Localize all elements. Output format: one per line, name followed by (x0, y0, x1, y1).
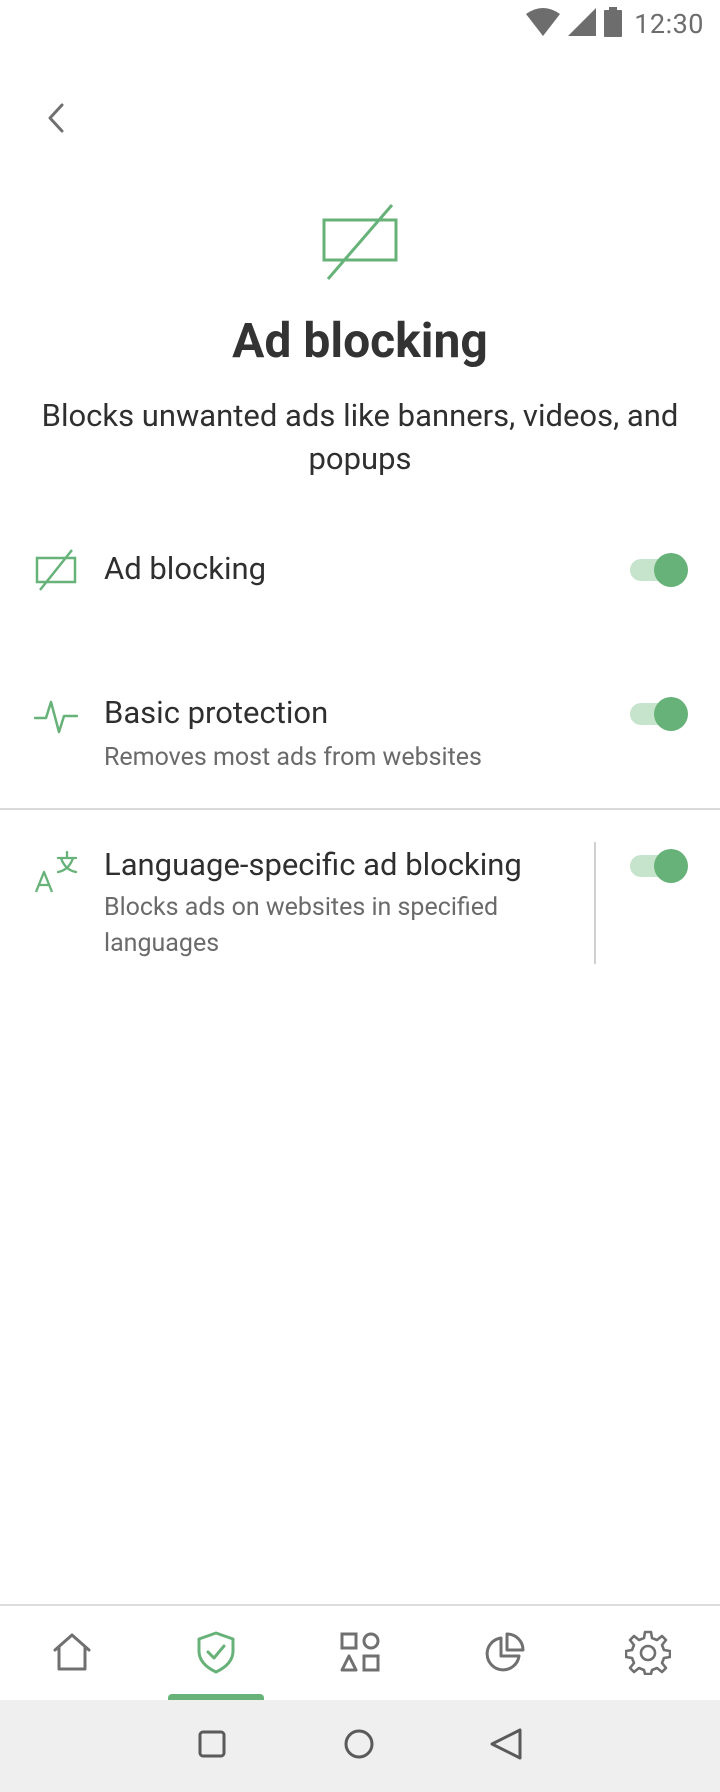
page-title: Ad blocking (232, 312, 488, 369)
back-button[interactable] (32, 96, 80, 144)
setting-title: Ad blocking (104, 550, 267, 587)
basic-protection-toggle[interactable] (630, 697, 688, 731)
toggle-thumb (654, 849, 688, 883)
setting-row-language-specific[interactable]: Language-specific ad blocking Blocks ads… (0, 836, 720, 966)
status-bar: 12:30 (0, 0, 720, 48)
shield-check-icon (194, 1630, 238, 1678)
back-triangle-icon (488, 1727, 524, 1765)
system-nav-bar (0, 1700, 720, 1792)
back-nav-button[interactable] (484, 1724, 528, 1768)
chevron-left-icon (44, 102, 68, 138)
home-circle-icon (343, 1728, 375, 1764)
nav-settings[interactable] (576, 1606, 720, 1702)
pie-chart-icon (482, 1630, 526, 1678)
toggle-thumb (654, 697, 688, 731)
gear-icon (624, 1629, 672, 1679)
vertical-divider (594, 842, 596, 964)
nav-protection[interactable] (144, 1606, 288, 1702)
ad-block-icon (318, 202, 402, 282)
nav-home[interactable] (0, 1606, 144, 1702)
setting-row-ad-blocking[interactable]: Ad blocking (0, 530, 720, 610)
recents-square-icon (197, 1729, 227, 1763)
setting-title: Language-specific ad blocking (104, 846, 522, 883)
wifi-icon (526, 8, 561, 40)
setting-row-basic-protection[interactable]: Basic protection Removes most ads from w… (0, 680, 720, 780)
language-specific-toggle[interactable] (630, 849, 688, 883)
recents-button[interactable] (190, 1724, 234, 1768)
nav-apps[interactable] (288, 1606, 432, 1702)
ad-blocking-toggle[interactable] (630, 553, 688, 587)
battery-icon (604, 7, 623, 41)
setting-description: Removes most ads from websites (104, 743, 482, 772)
setting-description: Blocks ads on websites in specified lang… (104, 893, 499, 958)
translate-icon (32, 848, 80, 896)
setting-title: Basic protection (104, 694, 329, 731)
toggle-thumb (654, 553, 688, 587)
divider (0, 808, 720, 810)
status-icons: 12:30 (526, 7, 704, 41)
home-button[interactable] (337, 1724, 381, 1768)
cell-signal-icon (568, 8, 597, 40)
nav-stats[interactable] (432, 1606, 576, 1702)
pulse-icon (32, 692, 80, 740)
ad-block-icon (32, 546, 80, 594)
bottom-nav (0, 1604, 720, 1702)
home-icon (50, 1630, 94, 1678)
apps-icon (338, 1630, 382, 1678)
status-time: 12:30 (634, 8, 704, 40)
page-subtitle: Blocks unwanted ads like banners, videos… (41, 397, 679, 477)
